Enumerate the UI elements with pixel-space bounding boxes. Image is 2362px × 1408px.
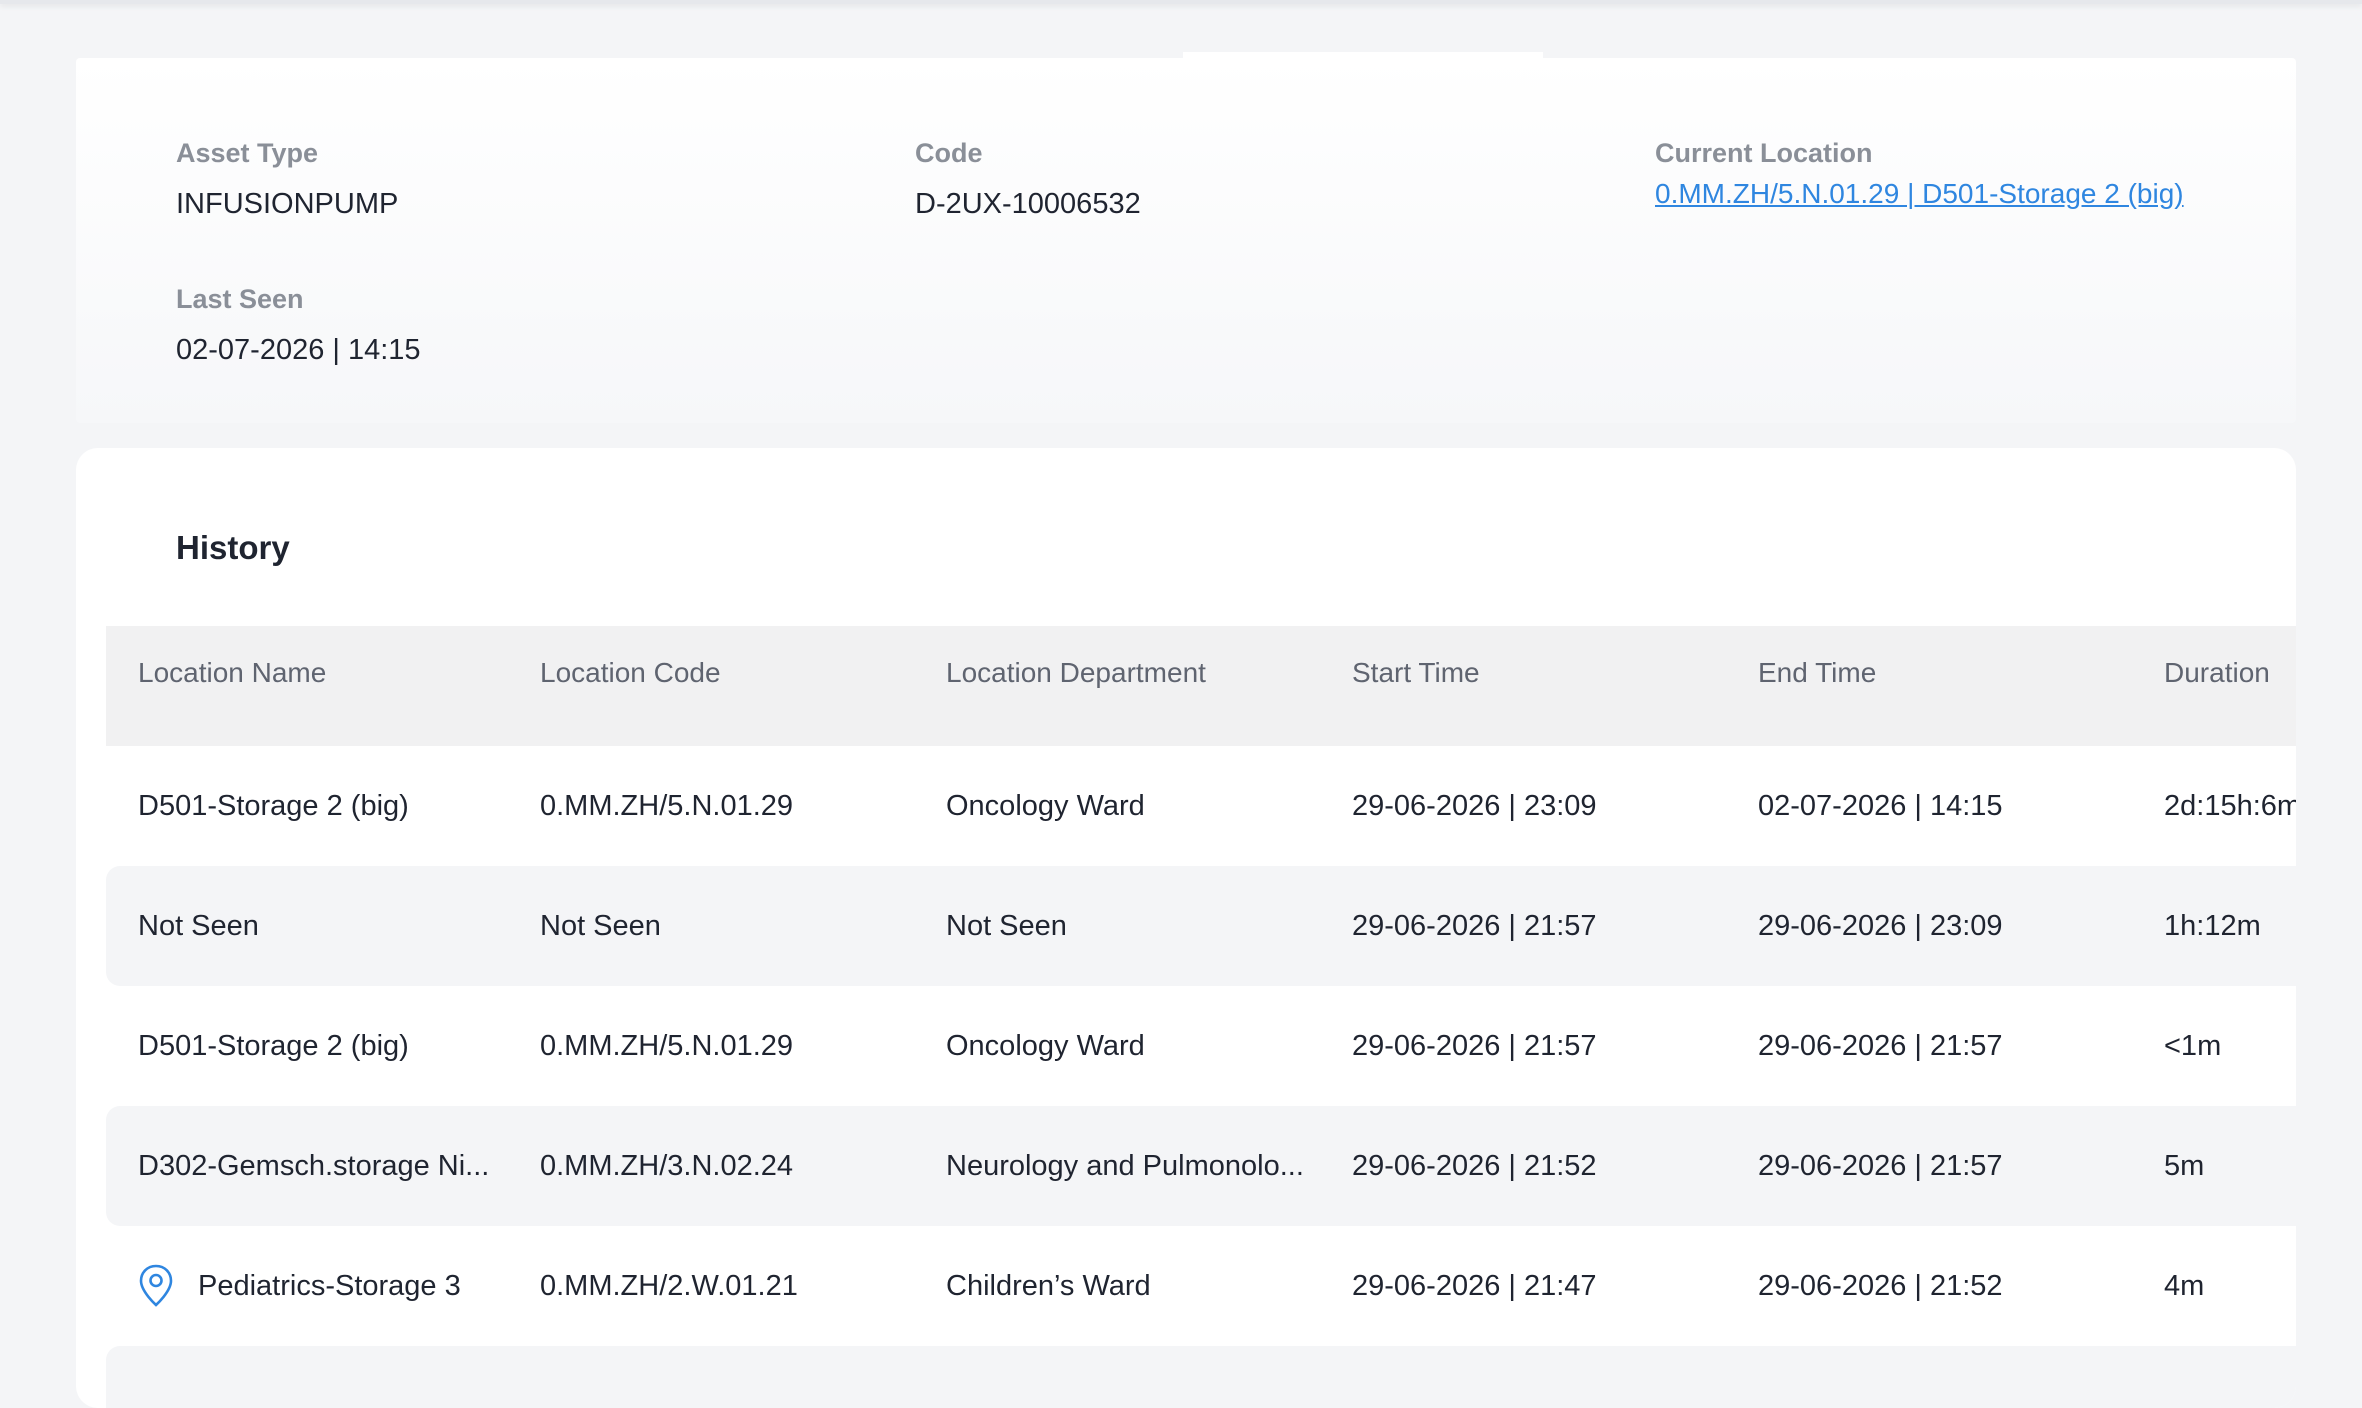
- history-card: History Location Name Location Code Loca…: [76, 448, 2296, 1408]
- cell-location-name: D302-Gemsch.storage Ni...: [138, 1149, 490, 1182]
- asset-type-value: INFUSIONPUMP: [176, 188, 399, 220]
- cell-location-name: D501-Storage 2 (big): [138, 1029, 409, 1062]
- cell-location-department: Children’s Ward: [946, 1269, 1151, 1302]
- code-field: Code D-2UX-10006532: [915, 136, 1141, 222]
- table-row[interactable]: Not Seen Not Seen Not Seen 29-06-2026 | …: [106, 866, 2296, 986]
- cell-end-time: 02-07-2026 | 14:15: [1758, 789, 2003, 822]
- column-header-duration[interactable]: Duration: [2164, 656, 2270, 690]
- current-location-link[interactable]: 0.MM.ZH/5.N.01.29 | D501-Storage 2 (big): [1655, 176, 2184, 212]
- last-seen-field: Last Seen 02-07-2026 | 14:15: [176, 282, 421, 368]
- asset-type-label: Asset Type: [176, 138, 319, 168]
- cell-start-time: 29-06-2026 | 21:47: [1352, 1269, 1597, 1302]
- cell-end-time: 29-06-2026 | 21:52: [1758, 1269, 2003, 1302]
- cell-end-time: 29-06-2026 | 21:57: [1758, 1149, 2003, 1182]
- table-row[interactable]: D501-Storage 2 (big) 0.MM.ZH/5.N.01.29 O…: [106, 746, 2296, 866]
- cell-location-code: 0.MM.ZH/3.N.02.24: [540, 1149, 794, 1182]
- table-row[interactable]: Pediatrics-Storage 3 0.MM.ZH/2.W.01.21 C…: [106, 1226, 2296, 1346]
- cell-start-time: 29-06-2026 | 21:57: [1352, 1029, 1597, 1062]
- cell-start-time: 29-06-2026 | 21:52: [1352, 1149, 1597, 1182]
- code-value: D-2UX-10006532: [915, 188, 1141, 220]
- table-row[interactable]: D302-Gemsch.storage Ni... 0.MM.ZH/3.N.02…: [106, 1106, 2296, 1226]
- cell-location-department: Neurology and Pulmonolo...: [946, 1149, 1304, 1182]
- table-header: Location Name Location Code Location Dep…: [106, 626, 2296, 746]
- column-header-end-time[interactable]: End Time: [1758, 656, 1876, 690]
- cell-location-department: Oncology Ward: [946, 789, 1145, 822]
- history-title: History: [176, 529, 290, 566]
- cell-location-name: D501-Storage 2 (big): [138, 789, 409, 822]
- cell-duration: 5m: [2164, 1149, 2205, 1182]
- cell-end-time: 29-06-2026 | 21:57: [1758, 1029, 2003, 1062]
- column-header-location-name[interactable]: Location Name: [138, 656, 326, 690]
- current-location-field: Current Location 0.MM.ZH/5.N.01.29 | D50…: [1655, 136, 2184, 212]
- cell-start-time: 29-06-2026 | 21:57: [1352, 909, 1597, 942]
- asset-info-card: Asset Type INFUSIONPUMP Code D-2UX-10006…: [76, 58, 2296, 423]
- cell-end-time: 29-06-2026 | 23:09: [1758, 909, 2003, 942]
- cell-location-department: Not Seen: [946, 909, 1067, 942]
- column-header-location-code[interactable]: Location Code: [540, 656, 721, 690]
- history-table: Location Name Location Code Location Dep…: [106, 626, 2296, 1408]
- cell-location-department: Oncology Ward: [946, 1029, 1145, 1062]
- location-pin-icon: [139, 1264, 173, 1307]
- cell-location-name: Not Seen: [138, 909, 259, 942]
- current-location-label: Current Location: [1655, 138, 1873, 168]
- last-seen-label: Last Seen: [176, 284, 304, 314]
- last-seen-value: 02-07-2026 | 14:15: [176, 334, 421, 366]
- code-label: Code: [915, 138, 983, 168]
- top-bar-shadow: [0, 0, 2362, 4]
- column-header-start-time[interactable]: Start Time: [1352, 656, 1480, 690]
- cell-duration: 4m: [2164, 1269, 2205, 1302]
- asset-type-field: Asset Type INFUSIONPUMP: [176, 136, 398, 222]
- table-row[interactable]: D501-Storage 2 (big) 0.MM.ZH/5.N.01.29 O…: [106, 986, 2296, 1106]
- cell-location-code: 0.MM.ZH/5.N.01.29: [540, 789, 794, 822]
- active-tab-indicator: [1183, 52, 1543, 58]
- cell-duration: 2d:15h:6m: [2164, 789, 2296, 822]
- cell-location-name-text: Pediatrics-Storage 3: [198, 1269, 461, 1302]
- cell-duration: <1m: [2164, 1029, 2222, 1062]
- cell-start-time: 29-06-2026 | 23:09: [1352, 789, 1597, 822]
- column-header-location-department[interactable]: Location Department: [946, 656, 1206, 690]
- cell-location-code: Not Seen: [540, 909, 661, 942]
- cell-location-code: 0.MM.ZH/2.W.01.21: [540, 1269, 798, 1302]
- cell-location-name: Pediatrics-Storage 3: [138, 1226, 461, 1346]
- table-row-partial[interactable]: [106, 1346, 2296, 1408]
- cell-location-code: 0.MM.ZH/5.N.01.29: [540, 1029, 794, 1062]
- cell-duration: 1h:12m: [2164, 909, 2261, 942]
